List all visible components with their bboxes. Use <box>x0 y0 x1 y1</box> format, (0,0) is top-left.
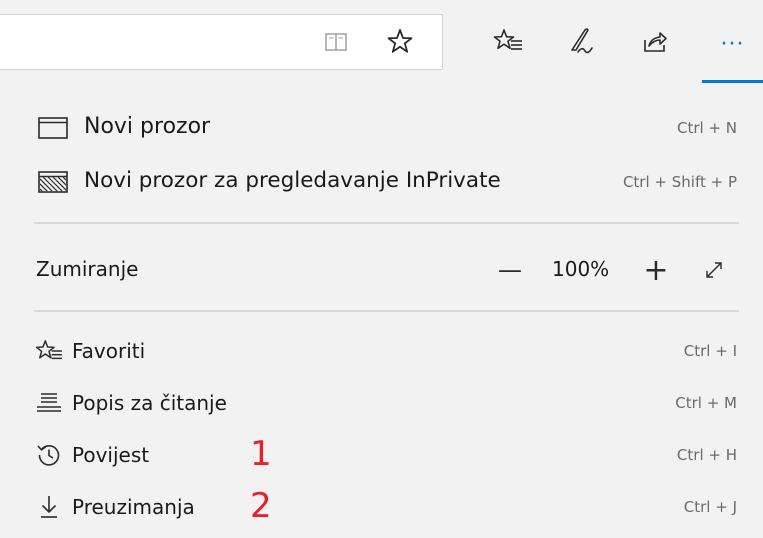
reading-view-icon[interactable] <box>322 28 350 56</box>
history-icon <box>34 441 64 469</box>
zoom-out-button[interactable]: — <box>490 252 530 288</box>
web-notes-pen-icon[interactable] <box>566 24 602 58</box>
menu-item-label: Favoriti <box>72 339 146 363</box>
share-icon[interactable] <box>640 26 670 56</box>
active-tab-underline <box>702 80 763 83</box>
zoom-in-button[interactable]: + <box>636 252 676 288</box>
reading-list-icon <box>34 390 64 416</box>
menu-separator <box>34 310 739 312</box>
menu-item-favorites[interactable]: Favoriti Ctrl + I <box>0 334 763 368</box>
annotation-number: 1 <box>250 434 272 474</box>
menu-item-shortcut: Ctrl + H <box>676 446 737 464</box>
zoom-in-label: + <box>643 252 669 288</box>
menu-item-label: Novi prozor <box>84 114 211 139</box>
download-icon <box>34 493 64 521</box>
favorites-icon <box>34 338 64 364</box>
menu-item-zoom: Zumiranje — 100% + <box>0 252 763 288</box>
menu-item-shortcut: Ctrl + M <box>675 394 737 412</box>
zoom-label: Zumiranje <box>36 257 139 281</box>
menu-item-downloads[interactable]: Preuzimanja 2 Ctrl + J <box>0 486 763 526</box>
inprivate-window-icon <box>36 168 70 196</box>
annotation-number: 2 <box>250 486 272 526</box>
menu-item-shortcut: Ctrl + J <box>683 498 737 516</box>
window-icon <box>36 114 70 142</box>
menu-item-history[interactable]: Povijest 1 Ctrl + H <box>0 434 763 474</box>
zoom-out-label: — <box>498 256 522 284</box>
more-actions-label: ··· <box>720 31 745 57</box>
menu-item-label: Povijest <box>72 443 150 467</box>
favorites-hub-icon[interactable] <box>492 26 524 56</box>
menu-item-shortcut: Ctrl + N <box>676 119 737 137</box>
menu-item-new-inprivate-window[interactable]: Novi prozor za pregledavanje InPrivate C… <box>0 164 763 200</box>
menu-item-new-window[interactable]: Novi prozor Ctrl + N <box>0 110 763 146</box>
menu-item-label: Preuzimanja <box>72 495 195 519</box>
menu-separator <box>34 222 739 224</box>
menu-item-label: Popis za čitanje <box>72 391 227 415</box>
menu-item-shortcut: Ctrl + I <box>683 342 737 360</box>
more-actions-menu: Novi prozor Ctrl + N Novi prozor za preg… <box>0 88 763 538</box>
zoom-level-value: 100% <box>552 257 610 281</box>
menu-item-label: Novi prozor za pregledavanje InPrivate <box>84 168 501 193</box>
menu-item-reading-list[interactable]: Popis za čitanje Ctrl + M <box>0 386 763 420</box>
favorite-star-icon[interactable] <box>385 26 415 56</box>
menu-item-shortcut: Ctrl + Shift + P <box>622 173 737 191</box>
fullscreen-expand-icon[interactable] <box>696 254 732 286</box>
browser-toolbar: ··· <box>0 0 763 86</box>
address-bar[interactable] <box>0 14 443 70</box>
more-actions-icon[interactable]: ··· <box>702 30 763 58</box>
